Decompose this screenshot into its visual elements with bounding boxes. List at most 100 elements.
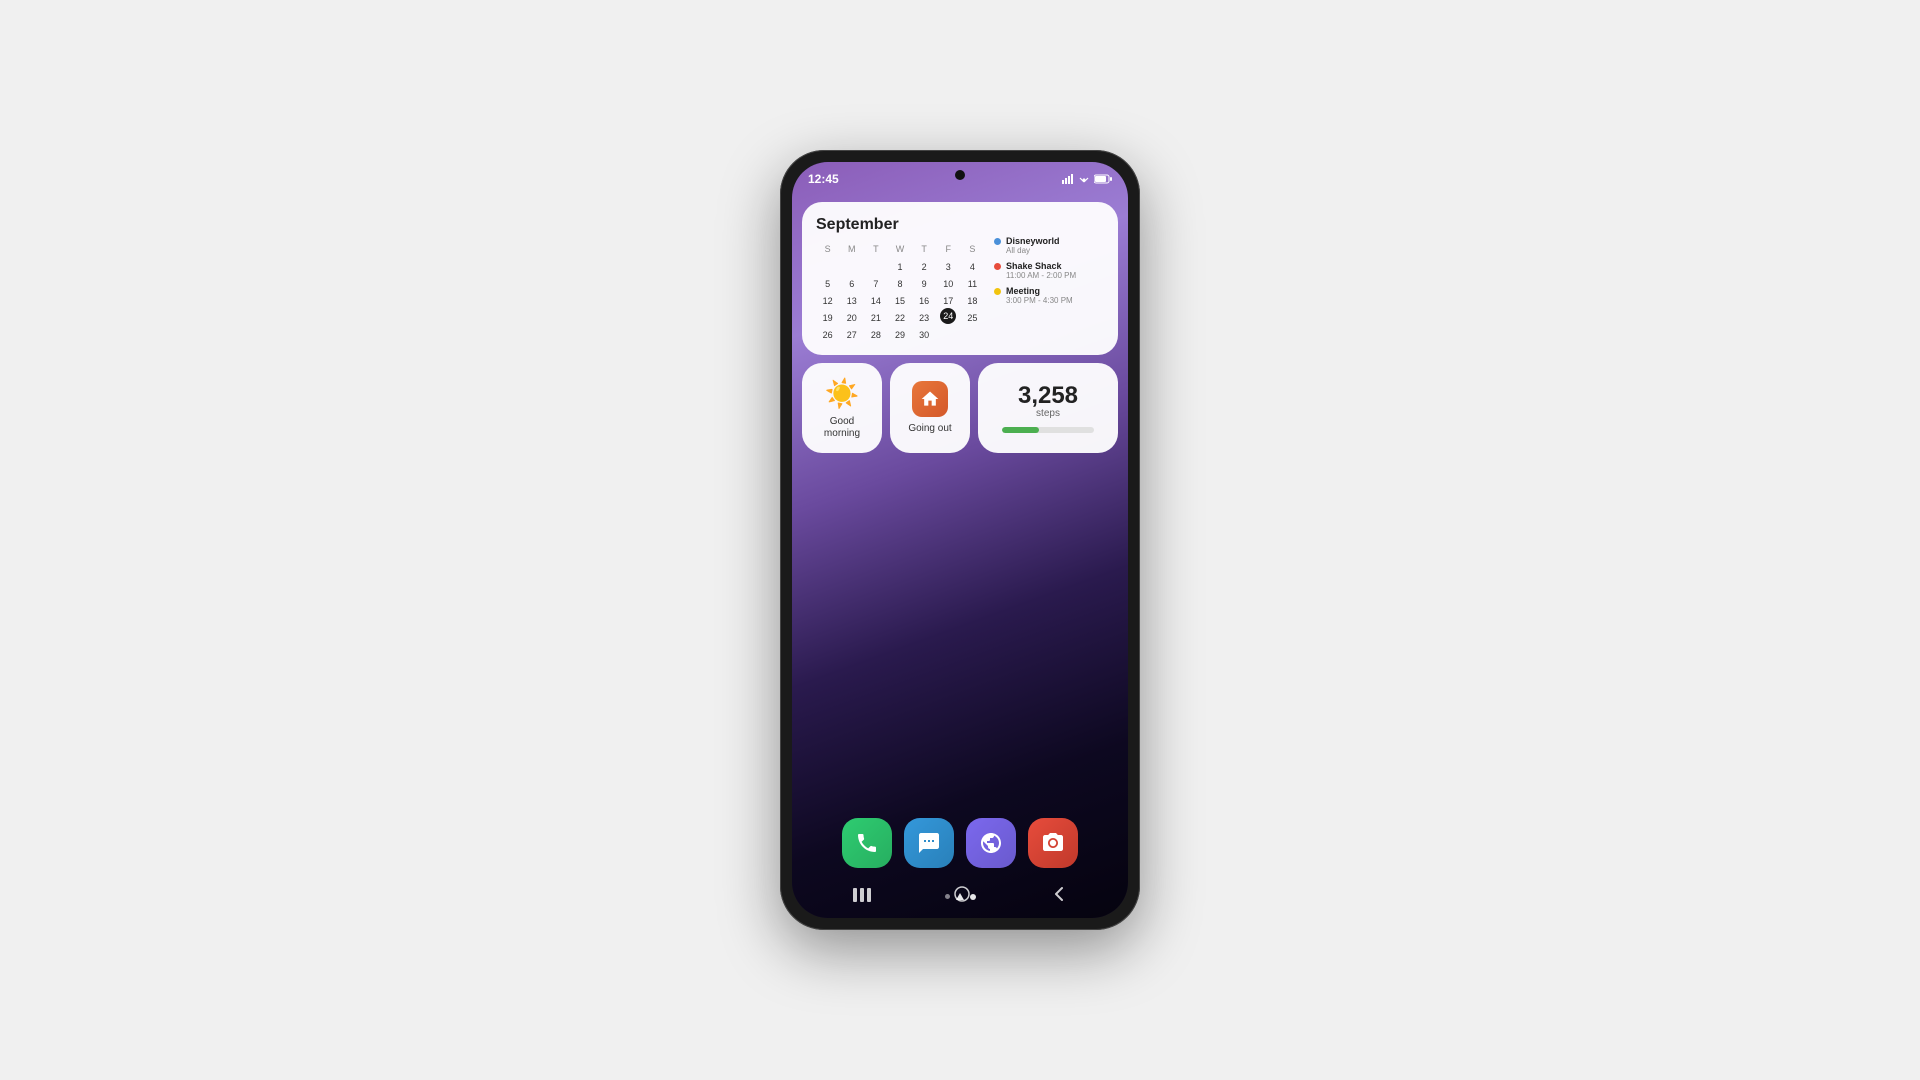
cal-empty-3 [864,257,887,273]
event-title-1: Disneyworld [1006,236,1104,246]
sun-icon: ☀️ [825,377,860,410]
cal-day-5: 5 [816,274,839,290]
day-header-s2: S [961,242,984,256]
cal-day-7: 7 [864,274,887,290]
event-title-3: Meeting [1006,286,1104,296]
dock-browser-icon[interactable] [966,818,1016,868]
steps-progress-bar-fill [1002,427,1039,433]
steps-count: 3,258 [1018,384,1078,408]
phone-device: 12:45 September S M T W [780,150,1140,930]
cal-day-25: 25 [961,308,984,324]
cal-empty-5 [961,325,984,341]
day-header-m: M [840,242,863,256]
steps-widget[interactable]: 3,258 steps [978,363,1118,453]
cal-day-11: 11 [961,274,984,290]
cal-day-22: 22 [888,308,911,324]
day-header-s1: S [816,242,839,256]
browser-svg [979,831,1003,855]
signal-icon [1062,174,1074,184]
cal-day-19: 19 [816,308,839,324]
messages-svg [917,831,941,855]
event-dot-1 [994,238,1001,245]
cal-day-14: 14 [864,291,887,307]
home-svg [920,389,940,409]
cal-empty-4 [937,325,960,341]
nav-recents-button[interactable] [845,878,879,915]
home-content: September S M T W T F S 1 [792,192,1128,918]
event-dot-2 [994,263,1001,270]
cal-day-28: 28 [864,325,887,341]
bixby-home-icon [912,381,948,417]
phone-svg [855,831,879,855]
app-dock [842,818,1078,868]
cal-day-8: 8 [888,274,911,290]
steps-progress-bar-bg [1002,427,1095,433]
cal-day-24-today: 24 [940,308,956,324]
event-time-2: 11:00 AM - 2:00 PM [1006,271,1104,280]
status-bar: 12:45 [792,162,1128,190]
weather-widget[interactable]: ☀️ Good morning [802,363,882,453]
cal-day-29: 29 [888,325,911,341]
calendar-widget[interactable]: September S M T W T F S 1 [802,202,1118,355]
cal-day-18: 18 [961,291,984,307]
camera-hole [955,170,965,180]
cal-day-23: 23 [913,308,936,324]
bixby-label: Going out [908,423,951,435]
event-dot-3 [994,288,1001,295]
day-header-w: W [888,242,911,256]
event-title-2: Shake Shack [1006,261,1104,271]
home-nav-svg [953,885,971,903]
event-info-2: Shake Shack 11:00 AM - 2:00 PM [1006,261,1104,280]
cal-day-4: 4 [961,257,984,273]
status-time: 12:45 [808,172,839,186]
cal-day-27: 27 [840,325,863,341]
cal-day-20: 20 [840,308,863,324]
event-info-1: Disneyworld All day [1006,236,1104,255]
event-meeting: Meeting 3:00 PM - 4:30 PM [994,286,1104,305]
cal-day-10: 10 [937,274,960,290]
cal-day-30: 30 [913,325,936,341]
cal-day-21: 21 [864,308,887,324]
camera-svg [1041,831,1065,855]
calendar-events: Disneyworld All day Shake Shack 11:00 AM… [994,216,1104,341]
dock-camera-icon[interactable] [1028,818,1078,868]
status-icons [1062,174,1112,184]
weather-label: Good morning [812,416,872,440]
steps-label: steps [1036,408,1060,419]
back-svg [1053,885,1067,903]
cal-empty-2 [840,257,863,273]
cal-day-17: 17 [937,291,960,307]
day-header-f: F [937,242,960,256]
battery-icon [1094,174,1112,184]
widgets-row: ☀️ Good morning Going out 3,258 steps [802,363,1118,453]
cal-day-3: 3 [937,257,960,273]
event-time-1: All day [1006,246,1104,255]
nav-back-button[interactable] [1045,877,1075,916]
calendar-month: September [816,216,984,234]
dock-messages-icon[interactable] [904,818,954,868]
cal-day-16: 16 [913,291,936,307]
cal-day-15: 15 [888,291,911,307]
event-time-3: 3:00 PM - 4:30 PM [1006,296,1104,305]
cal-day-12: 12 [816,291,839,307]
cal-day-1: 1 [888,257,911,273]
wifi-icon [1078,174,1090,184]
phone-screen: 12:45 September S M T W [792,162,1128,918]
day-header-t1: T [864,242,887,256]
event-info-3: Meeting 3:00 PM - 4:30 PM [1006,286,1104,305]
cal-grid: S M T W T F S 1 2 3 4 [816,242,984,341]
dock-phone-icon[interactable] [842,818,892,868]
bixby-widget[interactable]: Going out [890,363,970,453]
nav-bar [792,874,1128,918]
cal-empty-1 [816,257,839,273]
cal-day-26: 26 [816,325,839,341]
cal-day-13: 13 [840,291,863,307]
event-disneyworld: Disneyworld All day [994,236,1104,255]
calendar-left: September S M T W T F S 1 [816,216,984,341]
nav-home-button[interactable] [945,877,979,916]
recents-svg [853,888,871,902]
event-shakeshack: Shake Shack 11:00 AM - 2:00 PM [994,261,1104,280]
cal-day-2: 2 [913,257,936,273]
cal-day-6: 6 [840,274,863,290]
cal-day-9: 9 [913,274,936,290]
